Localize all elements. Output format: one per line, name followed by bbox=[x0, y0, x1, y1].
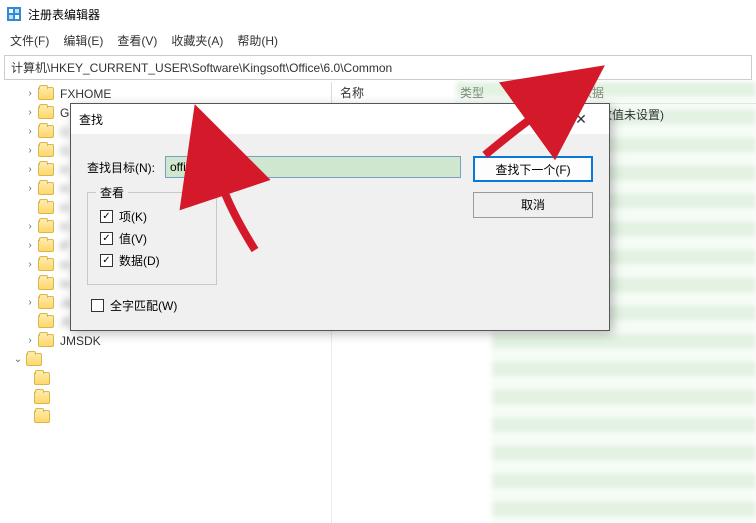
checkbox-icon bbox=[91, 299, 104, 312]
tree-label: H bbox=[60, 163, 69, 177]
tree-label: In bbox=[60, 258, 70, 272]
dialog-titlebar[interactable]: 查找 ✕ bbox=[71, 104, 609, 134]
checkbox-data[interactable]: 数据(D) bbox=[100, 252, 204, 269]
tree-label: H bbox=[60, 201, 69, 215]
tree-item-expanded[interactable]: ⌄ bbox=[0, 350, 331, 369]
folder-icon bbox=[26, 353, 42, 366]
tree-label: G bbox=[60, 125, 69, 139]
folder-icon bbox=[38, 258, 54, 271]
folder-icon bbox=[34, 391, 50, 404]
checkbox-icon bbox=[100, 254, 113, 267]
tree-item[interactable] bbox=[0, 407, 331, 426]
checkbox-whole-match[interactable]: 全字匹配(W) bbox=[91, 297, 461, 314]
folder-icon bbox=[38, 201, 54, 214]
folder-icon bbox=[34, 410, 50, 423]
folder-icon bbox=[38, 277, 54, 290]
menu-bar: 文件(F) 编辑(E) 查看(V) 收藏夹(A) 帮助(H) bbox=[0, 28, 756, 53]
checkbox-icon bbox=[100, 210, 113, 223]
tree-item[interactable]: ›JMSDK bbox=[0, 331, 331, 350]
folder-icon bbox=[38, 334, 54, 347]
col-name[interactable]: 名称 bbox=[332, 84, 452, 101]
window-titlebar: 注册表编辑器 bbox=[0, 0, 756, 28]
tree-label: In bbox=[60, 277, 70, 291]
folder-icon bbox=[38, 239, 54, 252]
tree-label: FXHOME bbox=[60, 87, 111, 101]
tree-label: H bbox=[60, 182, 69, 196]
menu-file[interactable]: 文件(F) bbox=[10, 32, 49, 49]
menu-view[interactable]: 查看(V) bbox=[117, 32, 157, 49]
menu-help[interactable]: 帮助(H) bbox=[237, 32, 278, 49]
checkbox-icon bbox=[100, 232, 113, 245]
folder-icon bbox=[38, 106, 54, 119]
find-label: 查找目标(N): bbox=[87, 159, 155, 176]
look-at-group: 查看 项(K) 值(V) 数据(D) bbox=[87, 192, 217, 285]
tree-item[interactable] bbox=[0, 388, 331, 407]
value-data: (数值未设置) bbox=[596, 106, 756, 123]
address-bar[interactable]: 计算机\HKEY_CURRENT_USER\Software\Kingsoft\… bbox=[4, 55, 752, 80]
find-dialog: 查找 ✕ 查找目标(N): 查看 项(K) 值(V) 数据(D) 全字匹配(W)… bbox=[70, 103, 610, 331]
checkbox-values[interactable]: 值(V) bbox=[100, 230, 204, 247]
folder-icon bbox=[34, 372, 50, 385]
folder-icon bbox=[38, 296, 54, 309]
folder-icon bbox=[38, 87, 54, 100]
checkbox-keys[interactable]: 项(K) bbox=[100, 208, 204, 225]
tree-item[interactable] bbox=[0, 369, 331, 388]
dialog-title: 查找 bbox=[79, 111, 103, 128]
cancel-button[interactable]: 取消 bbox=[473, 192, 593, 218]
tree-label: JMSDK bbox=[60, 334, 101, 348]
tree-label: G bbox=[60, 144, 69, 158]
folder-icon bbox=[38, 125, 54, 138]
folder-icon bbox=[38, 163, 54, 176]
folder-icon bbox=[38, 182, 54, 195]
tree-label: iF bbox=[60, 239, 70, 253]
app-icon bbox=[6, 6, 22, 22]
tree-item[interactable]: ›FXHOME bbox=[0, 84, 331, 103]
find-next-button[interactable]: 查找下一个(F) bbox=[473, 156, 593, 182]
menu-edit[interactable]: 编辑(E) bbox=[63, 32, 103, 49]
menu-favorites[interactable]: 收藏夹(A) bbox=[171, 32, 223, 49]
folder-icon bbox=[38, 220, 54, 233]
tree-label: H bbox=[60, 220, 69, 234]
close-icon[interactable]: ✕ bbox=[561, 107, 601, 131]
window-title: 注册表编辑器 bbox=[28, 6, 100, 23]
folder-icon bbox=[38, 144, 54, 157]
group-legend: 查看 bbox=[96, 184, 128, 201]
chevron-down-icon[interactable]: ⌄ bbox=[12, 354, 24, 365]
folder-icon bbox=[38, 315, 54, 328]
find-input[interactable] bbox=[165, 156, 461, 178]
